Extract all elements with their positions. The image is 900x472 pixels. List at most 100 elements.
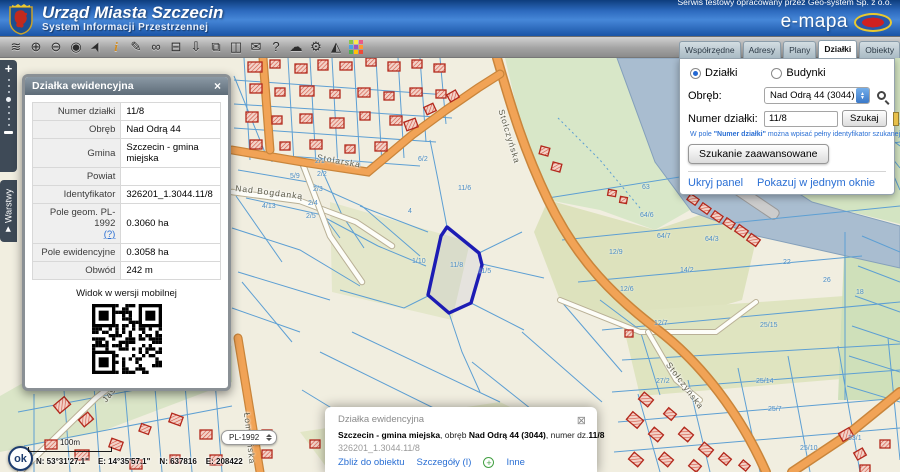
hide-panel-link[interactable]: Ukryj panel xyxy=(688,177,743,189)
zoom-out-icon[interactable]: ⊖ xyxy=(46,38,66,56)
split-view-icon[interactable]: ◫ xyxy=(226,38,246,56)
attribute-value: 0.3058 ha xyxy=(121,244,221,262)
attribute-value: Nad Odrą 44 xyxy=(121,121,221,139)
stepper-icon[interactable]: ▲▼ xyxy=(856,88,869,103)
parcel-panel-title: Działka ewidencyjna xyxy=(32,80,134,92)
table-row: GminaSzczecin - gmina miejska xyxy=(33,139,221,168)
expand-arrow-icon: ▶ xyxy=(5,226,13,234)
attribute-label: Powiat xyxy=(33,168,121,186)
scale-bar: 100m xyxy=(28,438,112,452)
numer-dzialki-input[interactable] xyxy=(764,111,838,127)
legend-chips xyxy=(893,112,900,126)
layers-tab-label: Warstwy xyxy=(4,188,14,222)
attribute-label: Pole ewidencyjne xyxy=(33,244,121,262)
tab-wspolrzedne[interactable]: Współrzędne xyxy=(679,41,741,58)
szukaj-button[interactable]: Szukaj xyxy=(842,110,887,127)
single-window-link[interactable]: Pokazuj w jednym oknie xyxy=(757,177,875,189)
search-hint: W pole "Numer działki" można wpisać pełn… xyxy=(690,131,886,138)
zoom-slider[interactable] xyxy=(6,79,11,126)
coordinates-readout: N: 53°31'27.1"E: 14°35'57.1"N: 637816E: … xyxy=(36,457,252,466)
zoom-slider-handle[interactable] xyxy=(4,131,13,134)
popup-title: Działka ewidencyjna xyxy=(338,414,424,427)
crs-value: PL-1992 xyxy=(229,433,259,442)
popup-identifier: 326201_1.3044.11/8 xyxy=(338,443,586,453)
app-subtitle: System Informacji Przestrzennej xyxy=(42,22,223,33)
obreb-select[interactable]: Nad Odrą 44 (3044) ▲▼ xyxy=(764,87,870,104)
layers-icon[interactable]: ≋ xyxy=(6,38,26,56)
radio-budynki-icon[interactable] xyxy=(771,68,782,79)
attribute-value xyxy=(121,168,221,186)
tab-dzialki[interactable]: Działki xyxy=(818,40,857,58)
pointer-icon[interactable]: ➤ xyxy=(86,38,106,56)
table-row: Pole ewidencyjne0.3058 ha xyxy=(33,244,221,262)
search-tabs: WspółrzędneAdresyPlanyDziałkiObiekty⊠ xyxy=(679,40,895,58)
app-title: Urząd Miasta Szczecin xyxy=(42,4,223,21)
radio-dzialki-label: Działki xyxy=(705,67,737,79)
parcel-attributes-table: Numer działki11/8ObrębNad Odrą 44GminaSz… xyxy=(32,102,221,280)
link-icon[interactable]: ∞ xyxy=(146,38,166,56)
advanced-search-button[interactable]: Szukanie zaawansowane xyxy=(688,144,829,164)
table-row: Powiat xyxy=(33,168,221,186)
cloud-icon[interactable]: ☁ xyxy=(286,38,306,56)
table-row: ObrębNad Odrą 44 xyxy=(33,121,221,139)
search-icon[interactable] xyxy=(877,91,886,100)
help-icon[interactable]: ? xyxy=(266,38,286,56)
radio-budynki-label: Budynki xyxy=(786,67,825,79)
details-link[interactable]: Szczegóły (I) xyxy=(417,457,472,468)
radio-budynki[interactable]: Budynki xyxy=(771,67,825,79)
popup-main-line: Szczecin - gmina miejska, obręb Nad Odrą… xyxy=(338,430,586,440)
measure-icon[interactable]: ✎ xyxy=(126,38,146,56)
zoom-control: + xyxy=(0,60,17,172)
tab-plany[interactable]: Plany xyxy=(783,41,816,58)
basemap-grid-icon[interactable] xyxy=(346,38,366,56)
comment-icon[interactable]: ✉ xyxy=(246,38,266,56)
tab-obiekty[interactable]: Obiekty xyxy=(859,41,900,58)
attribute-label: Pole geom. PL-1992 (?) xyxy=(33,204,121,244)
obreb-label: Obręb: xyxy=(688,90,760,102)
add-icon[interactable]: + xyxy=(483,457,494,468)
search-panel: WspółrzędneAdresyPlanyDziałkiObiekty⊠ Dz… xyxy=(679,40,895,195)
print-icon[interactable]: ⊟ xyxy=(166,38,186,56)
popup-close-icon[interactable]: ⊠ xyxy=(577,414,586,427)
emapa-brand: e-mapa xyxy=(781,11,848,33)
radio-dzialki-icon[interactable] xyxy=(690,68,701,79)
service-note: Serwis testowy opracowany przez Geo-syst… xyxy=(678,0,892,7)
close-icon[interactable]: × xyxy=(214,80,221,92)
zoom-to-object-link[interactable]: Zbliż do obiektu xyxy=(338,457,405,468)
other-link[interactable]: Inne xyxy=(506,457,525,468)
qr-code xyxy=(92,304,162,374)
attribute-value: 242 m xyxy=(121,262,221,280)
crs-select[interactable]: PL-1992 xyxy=(221,430,277,445)
info-icon[interactable]: i xyxy=(106,38,126,56)
table-row: Identyfikator326201_1.3044.11/8 xyxy=(33,186,221,204)
attribute-value: 0.3060 ha xyxy=(121,204,221,244)
zoom-in-icon[interactable]: ⊕ xyxy=(26,38,46,56)
scale-label: 100m xyxy=(28,438,112,447)
attribute-value: 326201_1.3044.11/8 xyxy=(121,186,221,204)
tab-adresy[interactable]: Adresy xyxy=(743,41,781,58)
numer-dzialki-label: Numer działki: xyxy=(688,113,760,125)
app-window: StołczyńskaStołczyńskaStolarskaNad Bogda… xyxy=(0,0,900,472)
parcel-info-panel: Działka ewidencyjna × Numer działki11/8O… xyxy=(22,74,231,391)
attribute-label: Identyfikator xyxy=(33,186,121,204)
north-arrow-icon[interactable]: ◭ xyxy=(326,38,346,56)
zoom-in-button[interactable]: + xyxy=(5,62,13,76)
obreb-value: Nad Odrą 44 (3044) xyxy=(770,90,855,101)
chip-yellow[interactable] xyxy=(893,112,899,126)
settings-icon[interactable]: ⚙ xyxy=(306,38,326,56)
mobile-caption: Widok w wersji mobilnej xyxy=(32,288,221,299)
attribute-label: Gmina xyxy=(33,139,121,168)
scale-bar-line xyxy=(28,447,112,452)
geo-system-logo-icon xyxy=(854,13,892,32)
radio-dzialki[interactable]: Działki xyxy=(690,67,737,79)
parcel-panel-header[interactable]: Działka ewidencyjna × xyxy=(25,77,228,95)
select-area-icon[interactable]: ◉ xyxy=(66,38,86,56)
download-icon[interactable]: ⇩ xyxy=(186,38,206,56)
feature-info-popup: Działka ewidencyjna ⊠ Szczecin - gmina m… xyxy=(325,407,597,472)
copy-view-icon[interactable]: ⧉ xyxy=(206,38,226,56)
crs-stepper-icon xyxy=(266,434,272,441)
attribute-label: Numer działki xyxy=(33,103,121,121)
table-row: Numer działki11/8 xyxy=(33,103,221,121)
layers-tab[interactable]: ▶ Warstwy xyxy=(0,180,17,242)
help-link[interactable]: (?) xyxy=(104,229,116,240)
